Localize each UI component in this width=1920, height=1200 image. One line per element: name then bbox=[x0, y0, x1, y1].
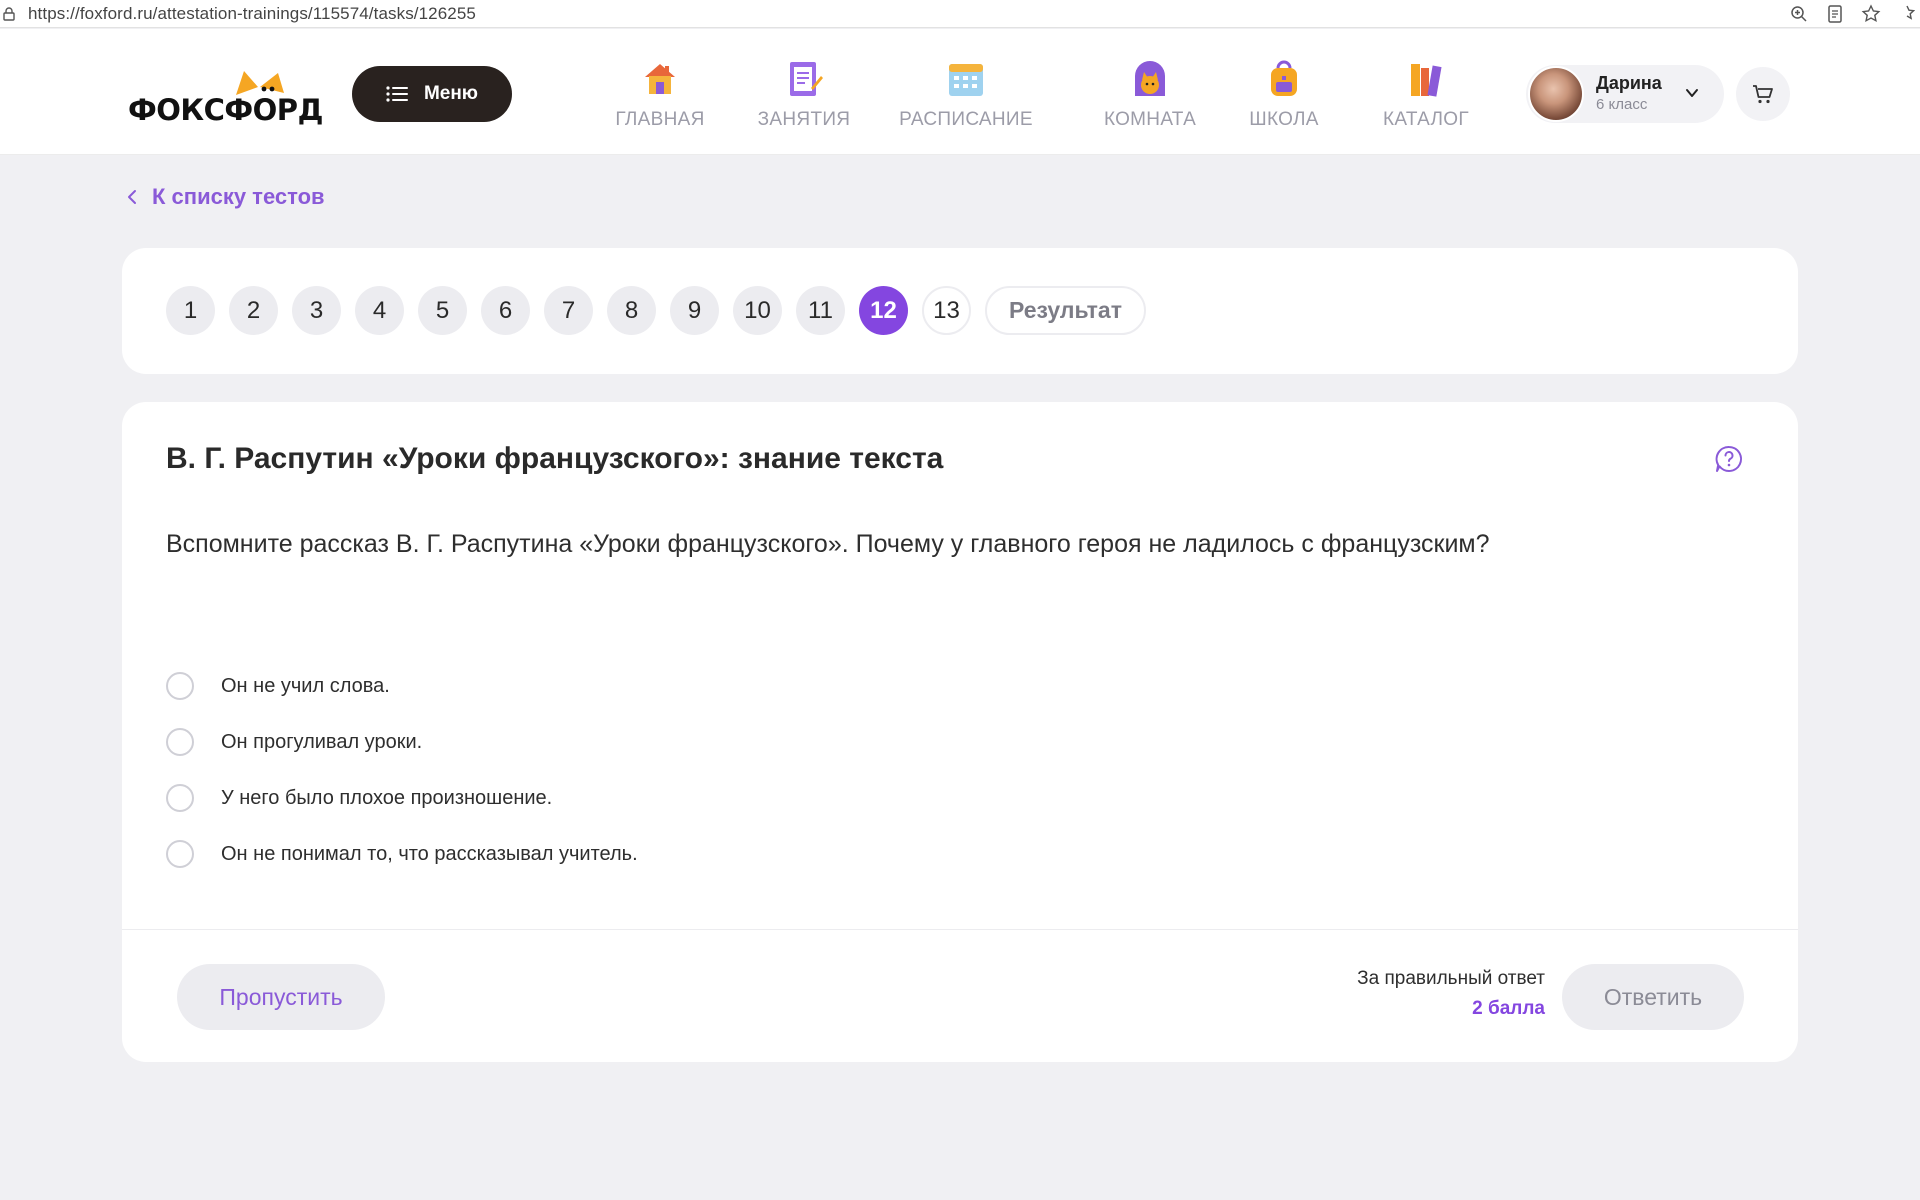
zoom-icon[interactable] bbox=[1788, 3, 1810, 25]
user-name: Дарина bbox=[1596, 73, 1662, 93]
page-button-1[interactable]: 1 bbox=[166, 286, 215, 335]
page-button-11[interactable]: 11 bbox=[796, 286, 845, 335]
cart-button[interactable] bbox=[1736, 67, 1790, 121]
page-button-8[interactable]: 8 bbox=[607, 286, 656, 335]
menu-button-label: Меню bbox=[423, 83, 479, 104]
nav-item-school[interactable]: ШКОЛА bbox=[1224, 57, 1344, 131]
nav-label-school: ШКОЛА bbox=[1249, 109, 1319, 130]
nav-label-room: КОМНАТА bbox=[1103, 109, 1197, 130]
notepad-icon bbox=[782, 57, 826, 101]
page-button-10[interactable]: 10 bbox=[733, 286, 782, 335]
nav-label-lessons: ЗАНЯТИЯ bbox=[757, 109, 851, 130]
books-icon bbox=[1404, 57, 1448, 101]
reader-mode-icon[interactable] bbox=[1824, 3, 1846, 25]
nav-item-room[interactable]: КОМНАТА bbox=[1090, 57, 1210, 131]
user-menu[interactable]: Дарина 6 класс bbox=[1526, 65, 1724, 123]
answer-option[interactable]: Он не учил слова. bbox=[166, 658, 638, 714]
browser-address-bar: https://foxford.ru/attestation-trainings… bbox=[0, 0, 1920, 28]
reward-points: 2 балла bbox=[1472, 998, 1545, 1019]
cart-icon bbox=[1753, 85, 1773, 104]
page-button-4[interactable]: 4 bbox=[355, 286, 404, 335]
page-button-7[interactable]: 7 bbox=[544, 286, 593, 335]
question-pager: 1 2 3 4 5 6 7 8 9 10 11 12 13 Результат bbox=[166, 286, 1146, 335]
page-button-12-current[interactable]: 12 bbox=[859, 286, 908, 335]
page-button-9[interactable]: 9 bbox=[670, 286, 719, 335]
nav-item-home[interactable]: ГЛАВНАЯ bbox=[600, 57, 720, 131]
answer-option[interactable]: У него было плохое произношение. bbox=[166, 770, 638, 826]
nav-item-lessons[interactable]: ЗАНЯТИЯ bbox=[744, 57, 864, 131]
backpack-icon bbox=[1262, 57, 1306, 101]
page-button-5[interactable]: 5 bbox=[418, 286, 467, 335]
nav-item-catalog[interactable]: КАТАЛОГ bbox=[1366, 57, 1486, 131]
back-to-tests-link[interactable]: К списку тестов bbox=[126, 184, 325, 210]
question-card: В. Г. Распутин «Уроки французского»: зна… bbox=[122, 402, 1798, 1062]
nav-label-home: ГЛАВНАЯ bbox=[615, 109, 705, 130]
reward-info: За правильный ответ 2 балла bbox=[1357, 968, 1545, 1020]
chevron-down-icon bbox=[1684, 85, 1700, 101]
question-text: Вспомните рассказ В. Г. Распутина «Уроки… bbox=[166, 530, 1490, 558]
question-pager-card: 1 2 3 4 5 6 7 8 9 10 11 12 13 Результат bbox=[122, 248, 1798, 374]
answer-option-label: Он не понимал то, что рассказывал учител… bbox=[221, 842, 638, 865]
nav-item-schedule[interactable]: РАСПИСАНИЕ bbox=[899, 57, 1033, 131]
skip-button[interactable]: Пропустить bbox=[177, 964, 385, 1030]
list-icon bbox=[386, 85, 408, 103]
user-grade: 6 класс bbox=[1596, 96, 1648, 113]
result-button[interactable]: Результат bbox=[985, 286, 1146, 335]
radio-button[interactable] bbox=[166, 672, 194, 700]
logo-text: ФОКСФОРД bbox=[128, 93, 323, 127]
bookmark-star-icon[interactable] bbox=[1860, 3, 1882, 25]
card-divider bbox=[122, 929, 1798, 930]
favorites-icon[interactable] bbox=[1896, 3, 1918, 25]
page-button-2[interactable]: 2 bbox=[229, 286, 278, 335]
page-button-13[interactable]: 13 bbox=[922, 286, 971, 335]
browser-toolbar bbox=[1788, 0, 1920, 28]
house-icon bbox=[638, 57, 682, 101]
page-button-3[interactable]: 3 bbox=[292, 286, 341, 335]
reward-label: За правильный ответ bbox=[1357, 968, 1545, 989]
fox-room-icon bbox=[1128, 57, 1172, 101]
help-icon[interactable] bbox=[1714, 444, 1744, 474]
answer-option[interactable]: Он прогуливал уроки. bbox=[166, 714, 638, 770]
radio-button[interactable] bbox=[166, 840, 194, 868]
address-url[interactable]: https://foxford.ru/attestation-trainings… bbox=[28, 4, 476, 24]
answer-option[interactable]: Он не понимал то, что рассказывал учител… bbox=[166, 826, 638, 882]
radio-button[interactable] bbox=[166, 728, 194, 756]
answer-option-label: Он прогуливал уроки. bbox=[221, 730, 423, 753]
answer-options: Он не учил слова. Он прогуливал уроки. У… bbox=[166, 658, 638, 882]
page-button-6[interactable]: 6 bbox=[481, 286, 530, 335]
answer-option-label: Он не учил слова. bbox=[221, 674, 390, 697]
answer-button[interactable]: Ответить bbox=[1562, 964, 1744, 1030]
chevron-left-icon bbox=[128, 190, 136, 204]
question-title: В. Г. Распутин «Уроки французского»: зна… bbox=[166, 442, 944, 475]
site-header: ФОКСФОРД Меню ГЛАВНАЯ ЗАНЯТИЯ РАСПИСАНИЕ bbox=[0, 29, 1920, 155]
nav-label-catalog: КАТАЛОГ bbox=[1383, 109, 1469, 130]
foxford-logo[interactable]: ФОКСФОРД bbox=[128, 67, 323, 133]
nav-label-schedule: РАСПИСАНИЕ bbox=[899, 109, 1033, 130]
menu-button[interactable]: Меню bbox=[352, 66, 512, 122]
answer-option-label: У него было плохое произношение. bbox=[221, 786, 553, 809]
avatar bbox=[1528, 66, 1584, 122]
radio-button[interactable] bbox=[166, 784, 194, 812]
back-link-label: К списку тестов bbox=[152, 184, 325, 209]
lock-icon bbox=[2, 6, 16, 21]
calendar-icon bbox=[944, 57, 988, 101]
